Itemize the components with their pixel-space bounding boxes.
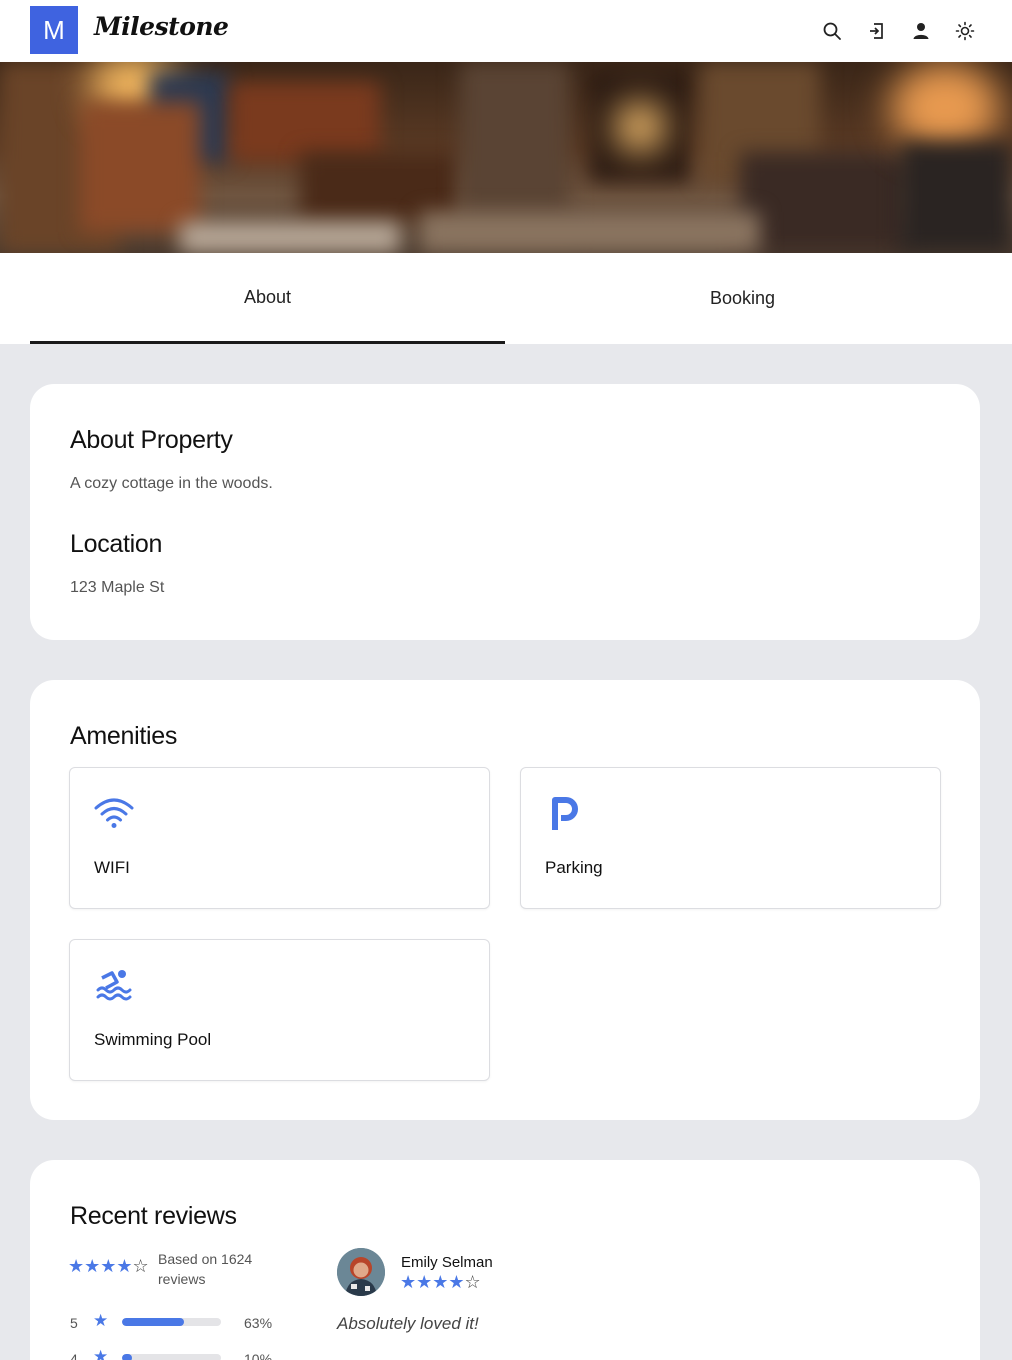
- review-text: Absolutely loved it!: [337, 1314, 479, 1333]
- rating-row-label: 4: [70, 1351, 78, 1360]
- top-nav-bar: M Milestone: [0, 0, 1012, 62]
- reviews-card: Recent reviews ★★★★☆ Based on 1624 revie…: [30, 1160, 980, 1360]
- amenity-swimming-pool: Swimming Pool: [69, 939, 490, 1081]
- user-icon[interactable]: [909, 19, 933, 43]
- amenity-label: Swimming Pool: [94, 1030, 212, 1049]
- amenities-card: Amenities WIFI Parking Swimming Pool: [30, 680, 980, 1120]
- logo-letter: M: [43, 14, 65, 45]
- reviewer-name: Emily Selman: [401, 1254, 493, 1271]
- amenity-label: WIFI: [94, 858, 130, 877]
- parking-icon: [545, 794, 585, 834]
- rating-bar: [122, 1318, 221, 1326]
- amenity-wifi: WIFI: [69, 767, 490, 909]
- search-icon[interactable]: [820, 19, 844, 43]
- amenity-label: Parking: [545, 858, 603, 877]
- brand-name[interactable]: Milestone: [94, 12, 229, 41]
- sun-icon[interactable]: [953, 19, 977, 43]
- tab-about[interactable]: About: [30, 253, 505, 344]
- rating-row-label: 5: [70, 1315, 78, 1331]
- amenity-parking: Parking: [520, 767, 941, 909]
- logo[interactable]: M: [30, 6, 78, 54]
- amenities-title: Amenities: [70, 722, 178, 750]
- sign-in-icon[interactable]: [865, 19, 889, 43]
- rating-bar: [122, 1354, 221, 1360]
- reviews-title: Recent reviews: [70, 1202, 237, 1230]
- rating-bar-fill: [122, 1318, 185, 1326]
- tab-bar: About Booking: [0, 253, 1012, 344]
- star-icon: ★: [93, 1311, 109, 1331]
- rating-bar-fill: [122, 1354, 132, 1360]
- about-description: A cozy cottage in the woods.: [70, 475, 273, 492]
- about-title: About Property: [70, 426, 233, 454]
- property-hero-image: [0, 62, 1012, 253]
- wifi-icon: [94, 794, 134, 834]
- rating-percent: 10%: [244, 1351, 273, 1360]
- about-card: About Property A cozy cottage in the woo…: [30, 384, 980, 640]
- avatar: [337, 1248, 385, 1296]
- review-count-summary: Based on 1624 reviews: [158, 1251, 253, 1287]
- star-icon: ★: [93, 1347, 109, 1360]
- reviewer-rating-stars: ★★★★☆: [400, 1272, 481, 1293]
- location-address: 123 Maple St: [70, 579, 165, 596]
- rating-percent: 63%: [244, 1315, 273, 1331]
- overall-rating-stars: ★★★★☆: [68, 1256, 149, 1277]
- location-title: Location: [70, 530, 163, 558]
- tab-booking[interactable]: Booking: [505, 253, 980, 344]
- swimming-icon: [94, 966, 134, 1006]
